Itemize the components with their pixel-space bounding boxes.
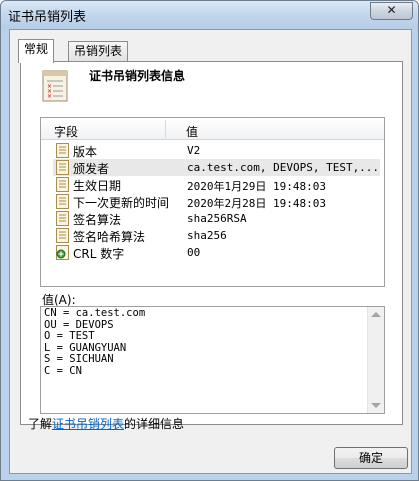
value-textarea[interactable]: CN = ca.test.com OU = DEVOPS O = TEST L …	[40, 306, 385, 414]
row-field-value: 2020年1月29日 19:48:03	[187, 180, 326, 193]
list-row-signature-algorithm[interactable]: 签名算法 sha256RSA	[53, 210, 380, 227]
learn-more-prefix: 了解	[28, 417, 53, 431]
dialog-window: 证书吊销列表 ✕ 常规 吊销列表 × × × 证书吊销列表信息 字段 值 版本 …	[0, 0, 419, 481]
page-title: 证书吊销列表信息	[89, 69, 186, 83]
list-row-issuer[interactable]: 颁发者 ca.test.com, DEVOPS, TEST,...	[53, 159, 380, 176]
close-icon: ✕	[386, 3, 397, 17]
row-field-value: ca.test.com, DEVOPS, TEST,...	[187, 161, 380, 174]
tab-general[interactable]: 常规	[18, 39, 55, 63]
column-header-field[interactable]: 字段	[54, 123, 78, 140]
list-row-crl-number[interactable]: CRL 数字 00	[53, 244, 380, 261]
row-field-name: CRL 数字	[73, 247, 125, 261]
row-field-name: 生效日期	[73, 179, 122, 193]
list-row-version[interactable]: 版本 V2	[53, 142, 380, 159]
list-header: 字段 值	[41, 118, 384, 140]
certificate-list-icon: × × ×	[42, 70, 68, 102]
row-field-name: 版本	[73, 145, 98, 159]
row-field-value: sha256	[187, 229, 227, 242]
row-field-name: 签名哈希算法	[73, 230, 146, 244]
window-title: 证书吊销列表	[8, 10, 87, 25]
tab-revocation-list-label: 吊销列表	[74, 44, 123, 58]
vertical-scrollbar[interactable]	[367, 307, 384, 413]
row-field-value: sha256RSA	[187, 212, 247, 225]
document-field-icon	[56, 143, 69, 158]
fields-list[interactable]: 字段 值 版本 V2 颁发者 ca.test.com, DEVOPS, TEST…	[40, 117, 385, 287]
extension-field-icon	[56, 245, 69, 260]
tab-general-label: 常规	[24, 42, 49, 56]
close-button[interactable]: ✕	[370, 2, 413, 20]
list-row-effective-date[interactable]: 生效日期 2020年1月29日 19:48:03	[53, 176, 380, 193]
row-field-name: 签名算法	[73, 213, 122, 227]
document-field-icon	[56, 211, 69, 226]
document-field-icon	[56, 160, 69, 175]
row-field-name: 下一次更新的时间	[73, 196, 170, 210]
row-field-value: V2	[187, 144, 201, 157]
row-field-name: 颁发者	[73, 162, 110, 176]
column-divider[interactable]	[165, 120, 166, 138]
title-bar[interactable]: 证书吊销列表 ✕	[1, 1, 418, 29]
row-field-value: 2020年2月28日 19:48:03	[187, 197, 326, 210]
list-row-signature-hash[interactable]: 签名哈希算法 sha256	[53, 227, 380, 244]
document-field-icon	[56, 194, 69, 209]
column-header-value[interactable]: 值	[186, 123, 198, 140]
document-field-icon	[56, 177, 69, 192]
document-field-icon	[56, 228, 69, 243]
scroll-up-icon[interactable]	[371, 312, 381, 317]
list-row-next-update[interactable]: 下一次更新的时间 2020年2月28日 19:48:03	[53, 193, 380, 210]
scroll-down-icon[interactable]	[371, 403, 381, 408]
svg-text:×: ×	[47, 93, 52, 100]
tab-revocation-list[interactable]: 吊销列表	[68, 41, 129, 62]
row-field-value: 00	[187, 246, 201, 259]
ok-button[interactable]: 确定	[334, 447, 408, 469]
ok-button-label: 确定	[358, 451, 383, 465]
dialog-client-area: 常规 吊销列表 × × × 证书吊销列表信息 字段 值 版本 V2 颁发者 ca…	[9, 29, 412, 474]
learn-more-suffix: 的详细信息	[124, 417, 185, 431]
learn-more-text: 了解证书吊销列表的详细信息	[28, 415, 184, 432]
learn-more-link[interactable]: 证书吊销列表	[52, 417, 124, 431]
value-text: CN = ca.test.com OU = DEVOPS O = TEST L …	[44, 307, 146, 377]
